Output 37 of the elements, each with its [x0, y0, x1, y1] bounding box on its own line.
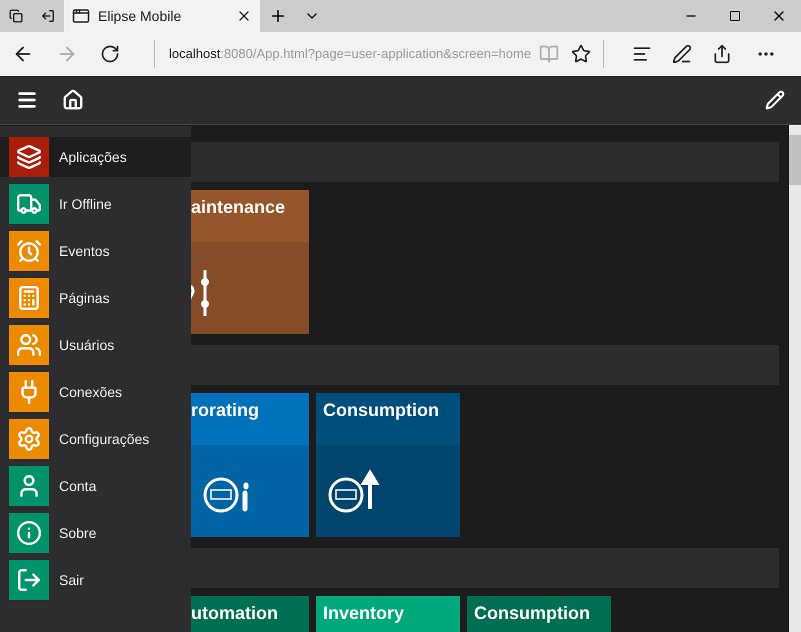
menu-item-label: Sair: [59, 570, 84, 590]
tile-title: rorating: [191, 400, 260, 420]
tile-title: Consumption: [323, 400, 439, 420]
app-tile[interactable]: Consumption: [316, 393, 460, 537]
menu-item-label: Sobre: [59, 524, 96, 542]
menu-item-label: Eventos: [59, 242, 110, 260]
menu-item-label: Conexões: [59, 382, 122, 402]
menu-item-label: Aplicações: [59, 148, 127, 167]
pen-icon[interactable]: [672, 44, 692, 64]
app-tile[interactable]: aintenance: [191, 190, 309, 334]
scrollbar[interactable]: [789, 125, 801, 632]
page-icon: [72, 7, 90, 25]
tile-title: Inventory: [323, 603, 404, 623]
app-tile[interactable]: rorating: [191, 393, 309, 537]
edit-icon[interactable]: [765, 90, 785, 110]
tile-title: Consumption: [474, 603, 590, 623]
menu-item-label: Ir Offline: [59, 194, 112, 214]
menu-item-label: Configurações: [59, 430, 150, 449]
menu-icon[interactable]: [16, 89, 38, 111]
refresh-icon[interactable]: [100, 44, 120, 64]
share-icon[interactable]: [712, 44, 732, 64]
menu-item-label: Páginas: [59, 288, 110, 308]
tile-title: utomation: [191, 603, 278, 623]
home-icon[interactable]: [62, 89, 84, 111]
url-host: localhost: [169, 46, 220, 62]
menu-item[interactable]: Aplicações: [0, 137, 191, 177]
tab-title: Elipse Mobile: [98, 6, 182, 26]
app-tile[interactable]: utomation: [191, 596, 309, 632]
url-field[interactable]: localhost:8080/App.html?page=user-application&screen=home: [169, 44, 531, 64]
meter-arrow-icon: [328, 469, 380, 513]
favorite-icon[interactable]: [571, 44, 591, 64]
app-tile[interactable]: Consumption: [467, 596, 611, 632]
tile-title: aintenance: [191, 197, 286, 217]
browser-tab[interactable]: Elipse Mobile: [64, 0, 260, 32]
menu-item-label: Usuários: [59, 336, 114, 354]
url-path: :8080/App.html?page=user-application&screen=home: [220, 46, 531, 62]
menu-item-label: Conta: [59, 476, 96, 496]
